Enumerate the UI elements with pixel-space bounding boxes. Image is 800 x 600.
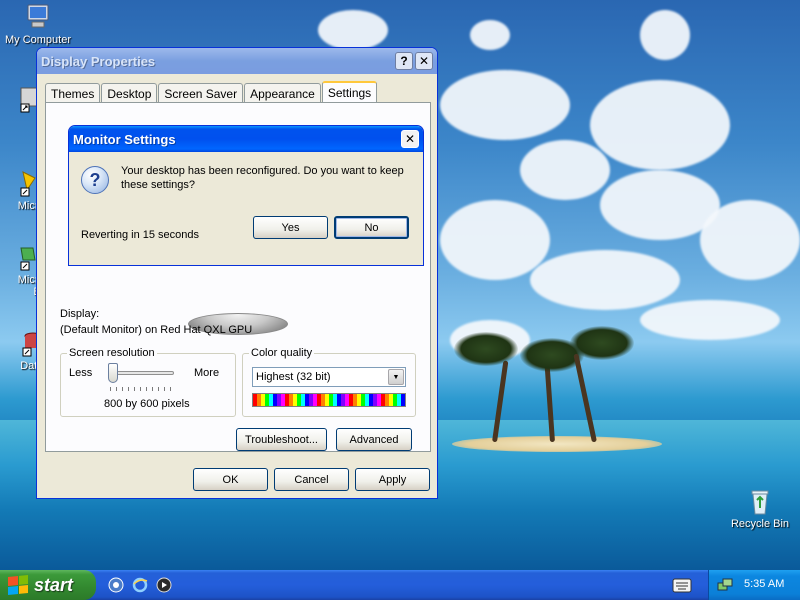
- resolution-slider-thumb[interactable]: [108, 363, 118, 383]
- color-quality-preview-bar: [252, 393, 406, 407]
- tab-settings[interactable]: Settings: [321, 81, 378, 104]
- color-quality-value: Highest (32 bit): [256, 371, 331, 383]
- cloud: [530, 250, 680, 310]
- tab-appearance[interactable]: Appearance: [244, 83, 321, 103]
- desktop-icon-label: My Computer: [4, 34, 72, 46]
- revert-countdown: Reverting in 15 seconds: [81, 229, 200, 241]
- resolution-less-label: Less: [69, 367, 93, 379]
- chevron-down-icon[interactable]: ▼: [388, 369, 404, 385]
- dialog-body: ? Your desktop has been reconfigured. Do…: [69, 152, 423, 265]
- dialog-title: Monitor Settings: [73, 131, 176, 147]
- cloud: [470, 20, 510, 50]
- ok-button[interactable]: OK: [193, 468, 268, 491]
- yes-button[interactable]: Yes: [253, 216, 328, 239]
- advanced-button[interactable]: Advanced: [336, 428, 412, 451]
- clock[interactable]: 5:35 AM: [744, 578, 784, 590]
- window-title: Display Properties: [41, 53, 156, 69]
- internet-explorer-icon[interactable]: [132, 577, 148, 593]
- resolution-slider-track[interactable]: [110, 371, 174, 375]
- display-label: Display:: [60, 308, 100, 320]
- monitor-settings-titlebar[interactable]: Monitor Settings ✕: [69, 126, 423, 152]
- cloud: [590, 80, 730, 170]
- cloud: [440, 70, 570, 140]
- start-button[interactable]: start: [0, 570, 96, 600]
- help-button[interactable]: ?: [395, 52, 413, 70]
- tab-screen-saver[interactable]: Screen Saver: [158, 83, 244, 103]
- color-quality-legend: Color quality: [251, 347, 313, 359]
- apply-button[interactable]: Apply: [355, 468, 430, 491]
- display-device-name: (Default Monitor) on Red Hat QXL GPU: [60, 324, 253, 336]
- palm-tree-leaves: [570, 326, 634, 360]
- media-player-icon[interactable]: [156, 577, 172, 593]
- resolution-slider-ticks: [110, 387, 174, 391]
- resolution-value: 800 by 600 pixels: [104, 398, 190, 410]
- cloud: [440, 200, 550, 280]
- screen-resolution-legend: Screen resolution: [69, 347, 155, 359]
- quick-launch-media-icon[interactable]: [108, 577, 124, 593]
- palm-tree-leaves: [454, 332, 518, 366]
- color-quality-select[interactable]: Highest (32 bit) ▼: [252, 367, 406, 387]
- desktop-icon-recycle-bin[interactable]: Recycle Bin: [722, 486, 798, 530]
- dialog-message: Your desktop has been reconfigured. Do y…: [121, 165, 404, 191]
- desktop-icon-my-computer[interactable]: My Computer: [0, 2, 76, 46]
- resolution-more-label: More: [194, 367, 220, 379]
- cloud: [520, 140, 610, 200]
- system-tray: 5:35 AM: [708, 570, 800, 600]
- desktop-icon-label: Recycle Bin: [730, 518, 790, 530]
- monitor-settings-dialog: Monitor Settings ✕ ? Your desktop has be…: [68, 125, 424, 266]
- close-button[interactable]: ✕: [415, 52, 433, 70]
- cloud: [640, 300, 780, 340]
- display-properties-window: Display Properties ? ✕ Themes Desktop Sc…: [36, 47, 438, 499]
- cancel-button[interactable]: Cancel: [274, 468, 349, 491]
- tab-strip: Themes Desktop Screen Saver Appearance S…: [45, 80, 378, 104]
- start-label: start: [34, 574, 74, 595]
- cloud: [700, 200, 800, 280]
- island: [452, 436, 662, 452]
- windows-logo-icon: [8, 574, 28, 596]
- tab-themes[interactable]: Themes: [45, 83, 101, 103]
- cloud: [318, 10, 388, 50]
- no-button[interactable]: No: [334, 216, 409, 239]
- close-button[interactable]: ✕: [401, 130, 419, 148]
- troubleshoot-button[interactable]: Troubleshoot...: [236, 428, 327, 451]
- taskbar: start 5:35 AM: [0, 570, 800, 600]
- computer-icon: [27, 4, 49, 28]
- keyboard-icon[interactable]: [672, 575, 692, 595]
- display-properties-titlebar[interactable]: Display Properties ? ✕: [37, 48, 437, 74]
- question-icon: ?: [81, 166, 109, 194]
- network-icon[interactable]: [717, 577, 733, 593]
- cloud: [640, 10, 690, 60]
- tab-desktop[interactable]: Desktop: [101, 83, 158, 103]
- recycle-bin-icon: [751, 490, 769, 515]
